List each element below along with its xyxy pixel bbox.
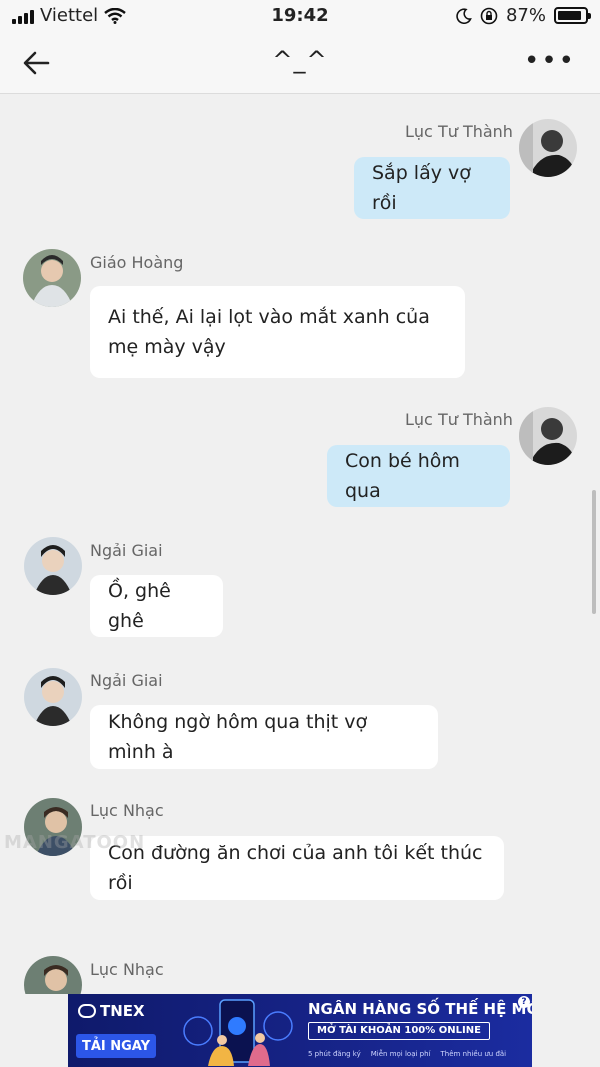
message-bubble[interactable]: Ồ, ghê ghê [90, 575, 223, 637]
ad-logo: TNEX [78, 1002, 145, 1020]
tnex-logo-icon [78, 1004, 96, 1018]
rotation-lock-icon [480, 7, 498, 24]
ad-info-icon[interactable]: ? [518, 996, 530, 1008]
message-bubble[interactable]: Ai thế, Ai lại lọt vào mắt xanh của mẹ m… [90, 286, 465, 378]
battery-icon [554, 7, 591, 24]
sender-name: Ngải Giai [90, 671, 163, 690]
sender-name: Lục Tư Thành [405, 410, 513, 429]
ad-subheadline: MỞ TÀI KHOẢN 100% ONLINE [308, 1022, 490, 1040]
ad-download-button[interactable]: TẢI NGAY [76, 1034, 156, 1058]
avatar[interactable] [23, 249, 81, 307]
ad-feature: 5 phút đăng ký [308, 1050, 361, 1058]
nav-bar: ^_^ ••• [0, 32, 600, 94]
more-options-icon[interactable]: ••• [524, 48, 576, 74]
ad-brand: TNEX [100, 1002, 145, 1020]
avatar[interactable] [24, 956, 82, 994]
message-bubble[interactable]: Không ngờ hôm qua thịt vợ mình à [90, 705, 438, 769]
avatar[interactable] [24, 668, 82, 726]
sender-name: Lục Nhạc [90, 801, 164, 820]
ad-features: 5 phút đăng ký Miễn mọi loại phí Thêm nh… [308, 1050, 506, 1058]
watermark: MANGATOON [4, 832, 146, 853]
ad-feature: Thêm nhiều ưu đãi [440, 1050, 507, 1058]
message-bubble[interactable]: Sắp lấy vợ rồi [354, 157, 510, 219]
message-bubble[interactable]: Con bé hôm qua [327, 445, 510, 507]
moon-icon [456, 7, 472, 24]
ad-illustration [183, 999, 293, 1066]
chat-title: ^_^ [272, 46, 328, 74]
ad-banner[interactable]: TNEX TẢI NGAY NGÂN HÀNG SỐ THẾ HỆ MỚI MỞ… [68, 994, 532, 1067]
sender-name: Giáo Hoàng [90, 253, 184, 272]
ad-feature: Miễn mọi loại phí [370, 1050, 431, 1058]
sender-name: Ngải Giai [90, 541, 163, 560]
ad-headline: NGÂN HÀNG SỐ THẾ HỆ MỚI [308, 1000, 532, 1018]
status-bar: Viettel 19:42 87% [0, 0, 600, 32]
sender-name: Lục Tư Thành [405, 122, 513, 141]
battery-percent: 87% [505, 5, 546, 26]
scrollbar[interactable] [592, 490, 596, 614]
avatar[interactable] [519, 119, 577, 177]
sender-name: Lục Nhạc [90, 960, 164, 979]
chat-area[interactable]: Lục Tư Thành Sắp lấy vợ rồi Giáo Hoàng A… [0, 94, 600, 994]
message-bubble[interactable]: Con đường ăn chơi của anh tôi kết thúc r… [90, 836, 504, 900]
avatar[interactable] [24, 537, 82, 595]
avatar[interactable] [519, 407, 577, 465]
